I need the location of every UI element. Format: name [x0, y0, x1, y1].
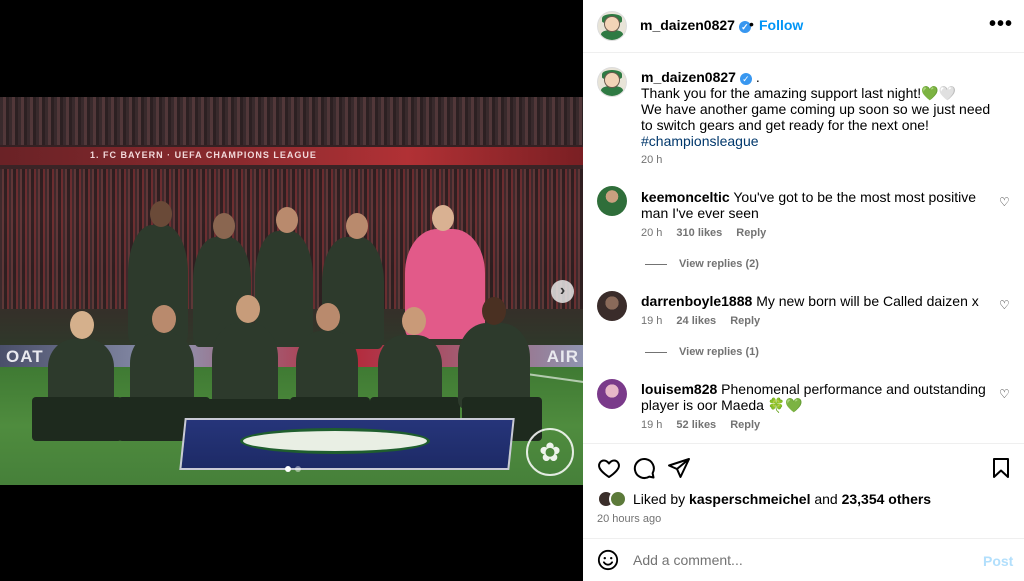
comment-icon[interactable]: [632, 456, 656, 480]
comment-likes[interactable]: 52 likes: [676, 419, 716, 431]
ad-board-text-right: AIR: [546, 347, 579, 366]
follow-button[interactable]: Follow: [759, 17, 803, 33]
comment-input[interactable]: [633, 549, 973, 571]
view-replies-button[interactable]: View replies (2): [645, 258, 759, 270]
player-head: [482, 297, 506, 325]
bookmark-icon[interactable]: [989, 456, 1013, 480]
comment-text: keemonceltic You've got to be the most m…: [641, 189, 991, 221]
replies-divider: [645, 351, 667, 353]
share-icon[interactable]: [667, 456, 691, 480]
player-head: [402, 307, 426, 335]
player-head: [346, 213, 368, 239]
celtic-crest-icon: ✿: [526, 428, 574, 476]
likes-summary: Liked by kasperschmeichel and 23,354 oth…: [597, 490, 931, 508]
player-head: [316, 303, 340, 331]
player: [212, 323, 278, 409]
comment-reply-button[interactable]: Reply: [736, 227, 766, 239]
verified-badge-icon: ✓: [739, 73, 752, 85]
post-caption: m_daizen0827 ✓ . Thank you for the amazin…: [641, 69, 1001, 149]
celtic-mat-logo: [240, 428, 430, 454]
comment-meta: 20 h 310 likes Reply: [641, 227, 766, 239]
caption-author-avatar[interactable]: [597, 67, 627, 97]
comment-username[interactable]: darrenboyle1888: [641, 293, 752, 309]
commenter-avatar[interactable]: [597, 186, 627, 216]
liker-avatar: [609, 490, 627, 508]
likes-text: Liked by kasperschmeichel and 23,354 oth…: [633, 491, 931, 507]
comment-username[interactable]: keemonceltic: [641, 189, 730, 205]
post-comment-button[interactable]: Post: [983, 553, 1013, 569]
avatar-face: [604, 71, 620, 88]
caption-line-1: Thank you for the amazing support last n…: [641, 85, 922, 101]
post-side-panel: m_daizen0827 ✓ • Follow ••• m_daizen0827 ✓…: [583, 0, 1024, 581]
carousel-dots: [285, 466, 301, 472]
white-heart-icon: 🤍: [938, 85, 957, 101]
author-avatar[interactable]: [597, 11, 627, 41]
post-timestamp: 20 hours ago: [597, 513, 662, 525]
heart-icon[interactable]: [597, 456, 621, 480]
view-replies-label[interactable]: View replies (2): [679, 258, 759, 270]
post-header: m_daizen0827 ✓ • Follow •••: [583, 0, 1024, 53]
comment-meta: 19 h 52 likes Reply: [641, 419, 760, 431]
likes-prefix: Liked by: [633, 491, 686, 507]
add-comment-bar: Post: [583, 538, 1024, 581]
comment-text: louisem828 Phenomenal performance and ou…: [641, 381, 991, 413]
player-head: [70, 311, 94, 339]
comment-like-heart-icon[interactable]: ♡: [999, 195, 1010, 209]
more-options-icon[interactable]: •••: [989, 13, 1013, 36]
emoji-icon[interactable]: [597, 549, 619, 571]
view-replies-label[interactable]: View replies (1): [679, 346, 759, 358]
caption-hashtag[interactable]: #championsleague: [641, 133, 1001, 149]
stadium-banner-text: 1. FC BAYERN · UEFA CHAMPIONS LEAGUE: [90, 150, 317, 160]
likes-middle: and: [814, 491, 838, 507]
comment-time: 19 h: [641, 315, 663, 327]
player-head: [152, 305, 176, 333]
avatar-face: [604, 15, 620, 32]
caption-time: 20 h: [641, 154, 663, 166]
likes-user[interactable]: kasperschmeichel: [689, 491, 810, 507]
replies-divider: [645, 263, 667, 265]
green-heart-icon: 💚: [921, 85, 939, 101]
avatar-shirt: [600, 30, 624, 40]
avatar-shirt: [600, 86, 624, 96]
player-head: [432, 205, 454, 231]
player-head: [236, 295, 260, 323]
caption-username[interactable]: m_daizen0827: [641, 69, 736, 85]
header-separator: •: [749, 16, 754, 32]
commenter-avatar[interactable]: [597, 379, 627, 409]
author-username-row[interactable]: m_daizen0827 ✓: [640, 17, 751, 33]
comment-meta: 19 h 24 likes Reply: [641, 315, 760, 327]
comment-reply-button[interactable]: Reply: [730, 419, 760, 431]
player-head: [276, 207, 298, 233]
commenter-avatar[interactable]: [597, 291, 627, 321]
post-media: 1. FC BAYERN · UEFA CHAMPIONS LEAGUE OAT…: [0, 0, 583, 581]
comment-time: 19 h: [641, 419, 663, 431]
player-legs: [32, 397, 122, 441]
ad-board-text-left: OAT: [6, 347, 44, 366]
view-replies-button[interactable]: View replies (1): [645, 346, 759, 358]
player-head: [213, 213, 235, 239]
comment-likes[interactable]: 310 likes: [676, 227, 722, 239]
post-actions-bar: [583, 443, 1024, 493]
comment-body: My new born will be Called daizen x: [756, 293, 979, 309]
player-head: [150, 201, 172, 227]
comment-like-heart-icon[interactable]: ♡: [999, 387, 1010, 401]
carousel-dot-active: [285, 466, 291, 472]
comment-text: darrenboyle1888 My new born will be Call…: [641, 293, 991, 309]
comment-reply-button[interactable]: Reply: [730, 315, 760, 327]
comment-like-heart-icon[interactable]: ♡: [999, 298, 1010, 312]
crowd-upper: [0, 97, 583, 145]
comment-time: 20 h: [641, 227, 663, 239]
comment-username[interactable]: louisem828: [641, 381, 717, 397]
carousel-next-button[interactable]: ›: [551, 280, 574, 303]
comment-likes[interactable]: 24 likes: [676, 315, 716, 327]
likes-count[interactable]: 23,354 others: [842, 491, 932, 507]
caption-suffix: .: [751, 69, 760, 85]
caption-line-2: We have another game coming up soon so w…: [641, 101, 991, 133]
carousel-dot: [295, 466, 301, 472]
author-username[interactable]: m_daizen0827: [640, 17, 735, 33]
